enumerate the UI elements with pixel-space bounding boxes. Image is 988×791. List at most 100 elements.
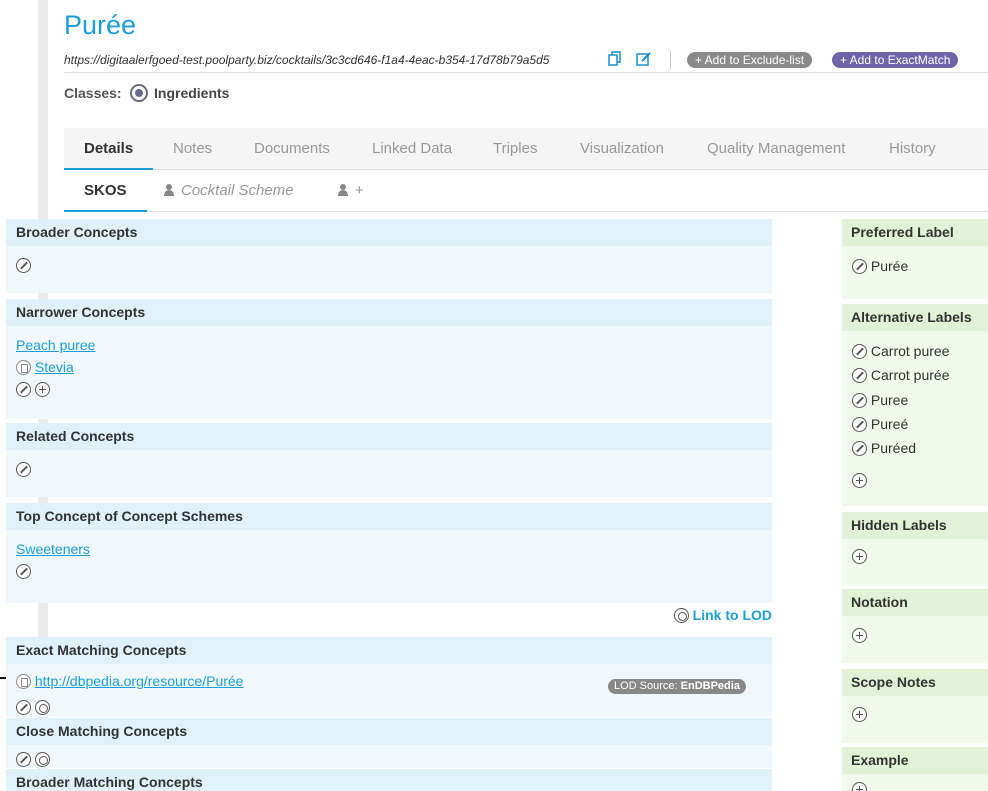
class-icon: [130, 84, 148, 102]
lod-icon: [673, 608, 689, 623]
row-actions: [852, 472, 867, 488]
edit-icon[interactable]: [16, 462, 31, 477]
related-concepts-section: Related Concepts: [6, 423, 772, 497]
tab-triples[interactable]: Triples: [493, 128, 537, 170]
user-icon: [338, 184, 348, 196]
alternative-labels-section: Alternative Labels Carrot puree Carrot p…: [842, 304, 988, 506]
classes-label: Classes:: [64, 85, 122, 101]
add-icon[interactable]: [852, 707, 867, 722]
edit-icon[interactable]: [852, 417, 867, 432]
add-icon[interactable]: [852, 473, 867, 488]
tab-notes[interactable]: Notes: [173, 128, 212, 170]
list-item: http://dbpedia.org/resource/Purée: [16, 673, 243, 693]
label-value: Carrot purée: [870, 367, 950, 383]
section-header: Alternative Labels: [842, 304, 988, 331]
subtab-cocktail-scheme[interactable]: Cocktail Scheme: [164, 172, 294, 212]
label-value: Puree: [870, 392, 909, 408]
class-value[interactable]: Ingredients: [154, 85, 229, 101]
section-header: Narrower Concepts: [6, 299, 772, 326]
label-value: Puréed: [870, 440, 917, 456]
concept-link[interactable]: Stevia: [35, 359, 74, 375]
edit-icon[interactable]: [852, 441, 867, 456]
skos-relations-column: Broader Concepts Narrower Concepts Peach…: [6, 219, 772, 791]
edit-uri-icon[interactable]: [635, 51, 653, 69]
copy-uri-icon[interactable]: [606, 51, 624, 69]
subtab-add-scheme[interactable]: +: [338, 172, 364, 212]
edit-icon[interactable]: [852, 344, 867, 359]
row-actions: [16, 699, 50, 719]
edit-icon[interactable]: [16, 564, 31, 579]
row-actions: [852, 781, 867, 791]
row-actions: [16, 257, 31, 277]
add-to-exclude-list-button[interactable]: + Add to Exclude-list: [687, 52, 813, 68]
subtab-skos[interactable]: SKOS: [64, 172, 147, 212]
section-header: Top Concept of Concept Schemes: [6, 503, 772, 530]
add-icon[interactable]: [852, 549, 867, 564]
section-header: Scope Notes: [842, 669, 988, 696]
concept-scheme-link[interactable]: Sweeteners: [16, 541, 90, 557]
tab-history[interactable]: History: [889, 128, 936, 170]
edit-icon[interactable]: [852, 393, 867, 408]
edit-icon[interactable]: [16, 752, 31, 767]
label-item: Carrot purée: [852, 367, 949, 383]
tab-linked-data[interactable]: Linked Data: [372, 128, 452, 170]
label-value: Pureé: [870, 416, 909, 432]
concept-link[interactable]: Peach puree: [16, 337, 95, 353]
add-to-exactmatch-button[interactable]: + Add to ExactMatch: [832, 52, 959, 68]
add-icon[interactable]: [34, 382, 50, 397]
trash-icon[interactable]: [16, 674, 31, 689]
edit-icon[interactable]: [16, 382, 31, 397]
example-section: Example: [842, 747, 988, 791]
label-item: Pureé: [852, 416, 908, 432]
app-page: Purée https://digitaalerfgoed-test.poolp…: [0, 0, 988, 791]
row-actions: [16, 381, 50, 401]
lod-source-value: EnDBPedia: [680, 680, 740, 692]
tab-visualization[interactable]: Visualization: [580, 128, 664, 170]
label-item: Purée: [852, 258, 908, 274]
tab-details[interactable]: Details: [64, 128, 154, 170]
section-header: Example: [842, 747, 988, 774]
lod-icon[interactable]: [34, 752, 50, 767]
subtab-cocktail-scheme-label: Cocktail Scheme: [181, 182, 294, 199]
row-actions: [852, 548, 867, 564]
tab-documents[interactable]: Documents: [254, 128, 330, 170]
edit-icon[interactable]: [852, 259, 867, 274]
label-item: Puréed: [852, 440, 916, 456]
sub-tabs: SKOS Cocktail Scheme +: [64, 172, 988, 212]
subtab-add-label: +: [355, 182, 364, 199]
link-to-lod-button[interactable]: Link to LOD: [673, 607, 772, 623]
list-item: Peach puree: [16, 337, 95, 357]
section-header: Related Concepts: [6, 423, 772, 450]
labels-column: Preferred Label Purée Alternative Labels…: [842, 219, 988, 791]
exact-match-link[interactable]: http://dbpedia.org/resource/Purée: [35, 673, 244, 689]
add-icon[interactable]: [852, 628, 867, 643]
broader-concepts-section: Broader Concepts: [6, 219, 772, 293]
lod-icon[interactable]: [34, 700, 50, 715]
row-actions: [852, 627, 867, 643]
concept-title: Purée: [64, 10, 137, 40]
list-item: Stevia: [16, 359, 74, 379]
label-value: Purée: [870, 258, 909, 274]
notation-section: Notation: [842, 589, 988, 663]
tab-quality-management[interactable]: Quality Management: [707, 128, 845, 170]
section-header: Broader Concepts: [6, 219, 772, 246]
label-value: Carrot puree: [870, 343, 950, 359]
lod-source-badge: LOD Source: EnDBPedia: [608, 679, 746, 694]
edit-icon[interactable]: [852, 368, 867, 383]
row-actions: [16, 461, 31, 481]
edit-icon[interactable]: [16, 258, 31, 273]
edit-icon[interactable]: [16, 700, 31, 715]
section-header: Exact Matching Concepts: [6, 637, 772, 664]
label-item: Carrot puree: [852, 343, 949, 359]
add-icon[interactable]: [852, 782, 867, 791]
label-item: Puree: [852, 392, 908, 408]
row-actions: [16, 563, 31, 583]
section-header: Notation: [842, 589, 988, 616]
top-concept-section: Top Concept of Concept Schemes Sweetener…: [6, 503, 772, 603]
row-actions: [16, 751, 50, 771]
section-header: Broader Matching Concepts: [6, 769, 772, 791]
exact-matching-section: Exact Matching Concepts http://dbpedia.o…: [6, 637, 772, 717]
narrower-concepts-section: Narrower Concepts Peach puree Stevia: [6, 299, 772, 419]
trash-icon[interactable]: [16, 360, 31, 375]
preferred-label-section: Preferred Label Purée: [842, 219, 988, 299]
